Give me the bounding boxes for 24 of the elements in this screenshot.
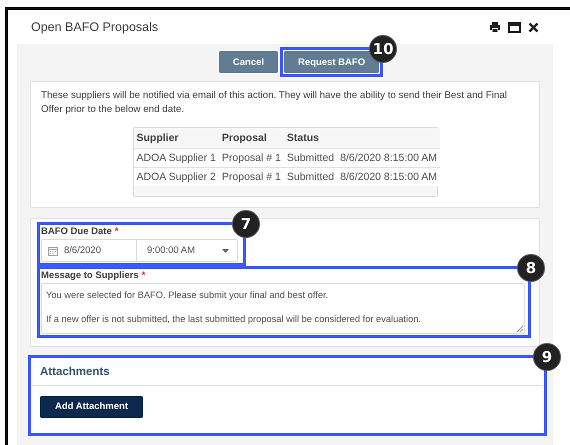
field-label: Message to Suppliers [41,270,139,282]
cancel-button[interactable]: Cancel [218,51,278,73]
table-cell: 8/6/2020 8:15:00 AM [337,148,440,168]
table-cell: ADOA Supplier 1 [134,148,219,168]
table-cell: ADOA Supplier 2 [134,168,219,186]
required-mark: * [114,226,118,238]
close-icon[interactable] [528,22,539,32]
column-header: Proposal [218,128,284,149]
table-cell: Proposal # 1 [218,148,284,168]
column-header: Supplier [134,128,219,149]
window-title: Open BAFO Proposals [31,20,160,34]
notice-text: These suppliers will be notified via email of this action. They will have the ability to send their Best and Final Offer prior to the below end date. [40,89,508,118]
table-cell: Proposal # 1 [218,168,284,186]
table-cell: Submitted [284,148,338,168]
add-attachment-button[interactable]: Add Attachment [40,396,144,418]
field-label: BAFO Due Date [41,226,112,238]
column-header: Status [284,128,338,149]
table-cell: Submitted [284,168,338,186]
print-icon[interactable] [489,21,501,33]
required-mark: * [142,270,146,282]
table-cell: 8/6/2020 8:15:00 AM [337,168,440,186]
maximize-icon[interactable] [508,22,521,32]
message-field[interactable]: You were selected for BAFO. Please submit your final and best offer. If a new offer is not submitted, the last submitted proposal will be considered for evaluation. [41,283,525,334]
resize-grip-icon[interactable] [516,324,523,332]
